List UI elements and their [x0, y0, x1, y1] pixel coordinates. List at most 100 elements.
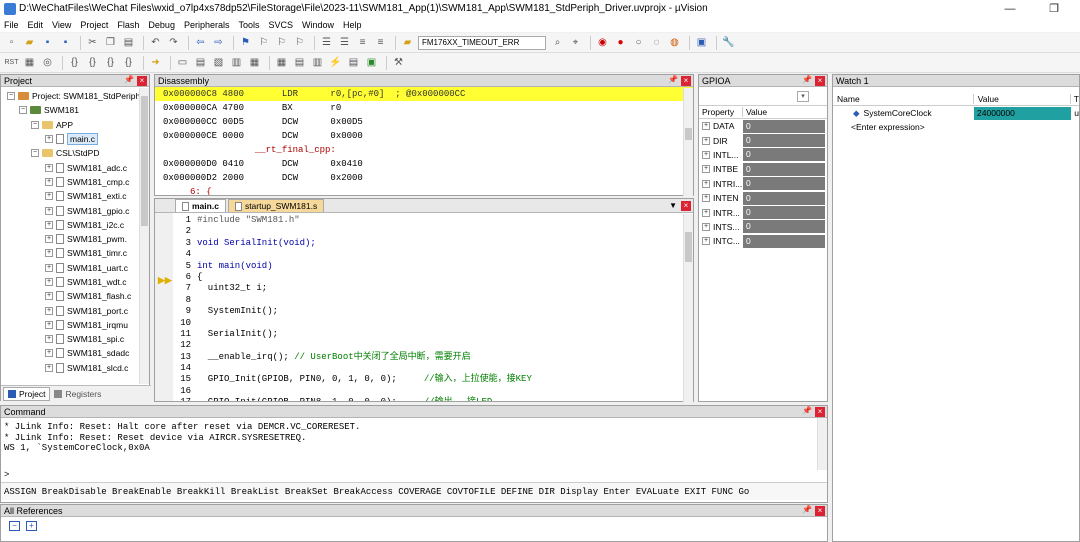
expand-all-icon[interactable]: +: [26, 521, 37, 531]
indent-icon[interactable]: ☰: [319, 36, 334, 50]
menu-view[interactable]: View: [52, 20, 71, 30]
register-value[interactable]: 0: [743, 177, 825, 191]
dropdown-icon[interactable]: ▾: [797, 91, 809, 102]
target-combo[interactable]: FM176XX_TIMEOUT_ERR: [418, 35, 546, 50]
tree-file[interactable]: + SWM181_i2c.c: [1, 218, 149, 232]
cut-icon[interactable]: ✂: [85, 36, 100, 50]
col-property[interactable]: Property: [699, 107, 743, 117]
close-icon[interactable]: ×: [815, 506, 825, 516]
expand-icon[interactable]: +: [45, 220, 53, 229]
run-icon[interactable]: ▦: [22, 56, 37, 70]
close-icon[interactable]: ×: [137, 76, 147, 86]
step-into-icon[interactable]: {}: [67, 56, 82, 70]
expand-icon[interactable]: +: [45, 206, 53, 215]
expand-icon[interactable]: +: [45, 192, 53, 201]
step-over-icon[interactable]: {}: [85, 56, 100, 70]
toolbox-icon[interactable]: ⚒: [391, 56, 406, 70]
col-value[interactable]: Value: [743, 107, 767, 117]
expand-icon[interactable]: +: [45, 235, 53, 244]
menu-project[interactable]: Project: [80, 20, 108, 30]
collapse-all-icon[interactable]: −: [9, 521, 20, 531]
collapse-icon[interactable]: −: [31, 120, 39, 129]
breakpoint-kill-icon[interactable]: ◍: [667, 36, 682, 50]
paste-icon[interactable]: ▤: [121, 36, 136, 50]
tree-file[interactable]: + SWM181_slcd.c: [1, 361, 149, 375]
expand-icon[interactable]: +: [45, 263, 53, 272]
system-viewer-icon[interactable]: ▣: [364, 56, 379, 70]
show-next-statement-icon[interactable]: ➜: [148, 56, 163, 70]
tree-file[interactable]: + SWM181_exti.c: [1, 189, 149, 203]
tree-file[interactable]: + SWM181_irqmu: [1, 318, 149, 332]
expand-icon[interactable]: +: [45, 292, 53, 301]
breakpoint-disable-all-icon[interactable]: ◌: [649, 36, 664, 50]
gpio-register-row[interactable]: + INTL... 0: [699, 148, 827, 162]
save-icon[interactable]: ▪: [40, 36, 55, 50]
disassembly-line[interactable]: 0x000000CA 4700 BX r0: [155, 101, 693, 115]
code-line[interactable]: 9 SystemInit();: [167, 306, 677, 317]
tree-file[interactable]: + SWM181_pwm.: [1, 232, 149, 246]
tree-file[interactable]: + SWM181_port.c: [1, 303, 149, 317]
run-to-cursor-icon[interactable]: {}: [121, 56, 136, 70]
tab-list-icon[interactable]: ▼: [669, 201, 677, 210]
expand-icon[interactable]: +: [702, 237, 710, 246]
uncomment-icon[interactable]: ≡: [373, 36, 388, 50]
debug-session-icon[interactable]: ◉: [595, 36, 610, 50]
gpio-register-row[interactable]: + DATA 0: [699, 119, 827, 133]
register-value[interactable]: 0: [743, 119, 825, 133]
expand-icon[interactable]: +: [45, 363, 53, 372]
register-value[interactable]: 0: [743, 148, 825, 162]
expand-icon[interactable]: +: [702, 179, 710, 188]
new-file-icon[interactable]: ▫: [4, 36, 19, 50]
tree-file[interactable]: + SWM181_cmp.c: [1, 175, 149, 189]
find-icon[interactable]: ⌕: [550, 36, 565, 50]
expand-icon[interactable]: +: [45, 135, 53, 144]
disassembly-window-icon[interactable]: ▤: [193, 56, 208, 70]
open-icon[interactable]: ▰: [22, 36, 37, 50]
save-all-icon[interactable]: ▪: [58, 36, 73, 50]
redo-icon[interactable]: ↷: [166, 36, 181, 50]
collapse-icon[interactable]: −: [7, 92, 15, 101]
tree-file[interactable]: + SWM181_gpio.c: [1, 203, 149, 217]
code-line[interactable]: 4: [167, 249, 677, 260]
expand-icon[interactable]: +: [45, 320, 53, 329]
gpio-register-row[interactable]: + INTBE 0: [699, 162, 827, 176]
tree-file[interactable]: + SWM181_adc.c: [1, 160, 149, 174]
watch-row[interactable]: ◆ SystemCoreClock 24000000 u: [833, 106, 1079, 120]
menu-flash[interactable]: Flash: [117, 20, 139, 30]
tree-target[interactable]: − SWM181: [1, 103, 149, 117]
code-line[interactable]: 1 #include "SWM181.h": [167, 215, 677, 226]
code-line[interactable]: 5 int main(void): [167, 261, 677, 272]
code-line[interactable]: 17 GPIO_Init(GPIOB, PIN8, 1, 0, 0, 0); /…: [167, 397, 677, 401]
expand-icon[interactable]: +: [702, 222, 710, 231]
col-name[interactable]: Name: [833, 93, 974, 104]
collapse-icon[interactable]: −: [31, 149, 39, 158]
unindent-icon[interactable]: ☰: [337, 36, 352, 50]
call-stack-icon[interactable]: ▦: [247, 56, 262, 70]
nav-back-icon[interactable]: ⇦: [193, 36, 208, 50]
step-out-icon[interactable]: {}: [103, 56, 118, 70]
code-line[interactable]: 7 uint32_t i;: [167, 283, 677, 294]
breakpoint-disable-icon[interactable]: ○: [631, 36, 646, 50]
find-in-files-icon[interactable]: ▰: [400, 36, 415, 50]
memory-window-icon[interactable]: ▤: [292, 56, 307, 70]
code-line[interactable]: 8: [167, 295, 677, 306]
pin-icon[interactable]: 📌: [802, 75, 812, 84]
register-value[interactable]: 0: [743, 191, 825, 205]
command-scrollbar[interactable]: [817, 418, 827, 470]
pin-icon[interactable]: 📌: [668, 75, 678, 84]
registers-window-icon[interactable]: ▥: [229, 56, 244, 70]
breakpoint-icon[interactable]: ●: [613, 36, 628, 50]
expand-icon[interactable]: +: [702, 194, 710, 203]
reset-icon[interactable]: RST: [4, 56, 19, 70]
undo-icon[interactable]: ↶: [148, 36, 163, 50]
gpio-register-row[interactable]: + INTC... 0: [699, 234, 827, 248]
enter-expression[interactable]: <Enter expression>: [851, 122, 925, 132]
register-value[interactable]: 0: [743, 220, 825, 234]
disassembly-line[interactable]: 0x000000CC 00D5 DCW 0x00D5: [155, 115, 693, 129]
expand-icon[interactable]: +: [702, 122, 710, 131]
expand-icon[interactable]: +: [45, 278, 53, 286]
tree-file[interactable]: + SWM181_spi.c: [1, 332, 149, 346]
disassembly-line[interactable]: 0x000000CE 0000 DCW 0x0000: [155, 129, 693, 143]
menu-window[interactable]: Window: [302, 20, 334, 30]
stop-icon[interactable]: ◎: [40, 56, 55, 70]
